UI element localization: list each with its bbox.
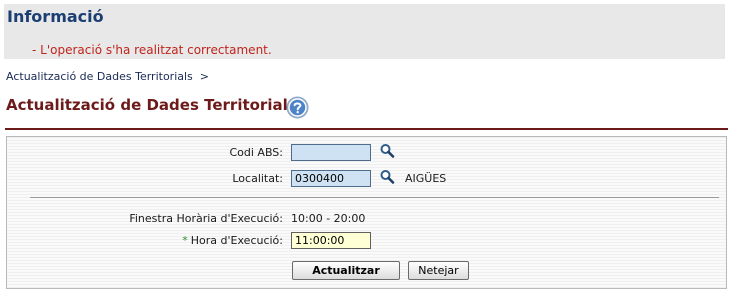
codi-abs-input[interactable] [291,144,371,161]
update-button[interactable]: Actualitzar [292,261,400,280]
localitat-description: AIGÜES [405,172,447,185]
question-help-icon[interactable] [286,96,309,119]
localitat-label: Localitat: [232,172,283,185]
success-message: - L'operació s'ha realitzat correctament… [32,43,272,57]
breadcrumb-item[interactable]: Actualització de Dades Territorials [6,70,193,83]
breadcrumb: Actualització de Dades Territorials > [6,70,209,83]
finestra-value: 10:00 - 20:00 [291,212,366,225]
title-underline [5,128,728,130]
hora-input[interactable] [291,232,371,249]
hora-label: Hora d'Execució: [190,234,283,247]
clear-button[interactable]: Netejar [408,261,469,280]
finestra-label: Finestra Horària d'Execució: [129,212,283,225]
magnifier-icon[interactable] [379,169,397,185]
info-title: Informació [7,7,104,26]
breadcrumb-separator: > [199,70,210,83]
codi-abs-label: Codi ABS: [229,146,283,159]
hora-label-group: * Hora d'Execució: [60,234,283,247]
page-title: Actualització de Dades Territorials [6,96,297,114]
form-divider [30,197,719,198]
required-marker: * [182,234,188,247]
localitat-input[interactable] [291,170,371,187]
info-panel: Informació - L'operació s'ha realitzat c… [4,4,725,59]
magnifier-icon[interactable] [379,143,397,159]
